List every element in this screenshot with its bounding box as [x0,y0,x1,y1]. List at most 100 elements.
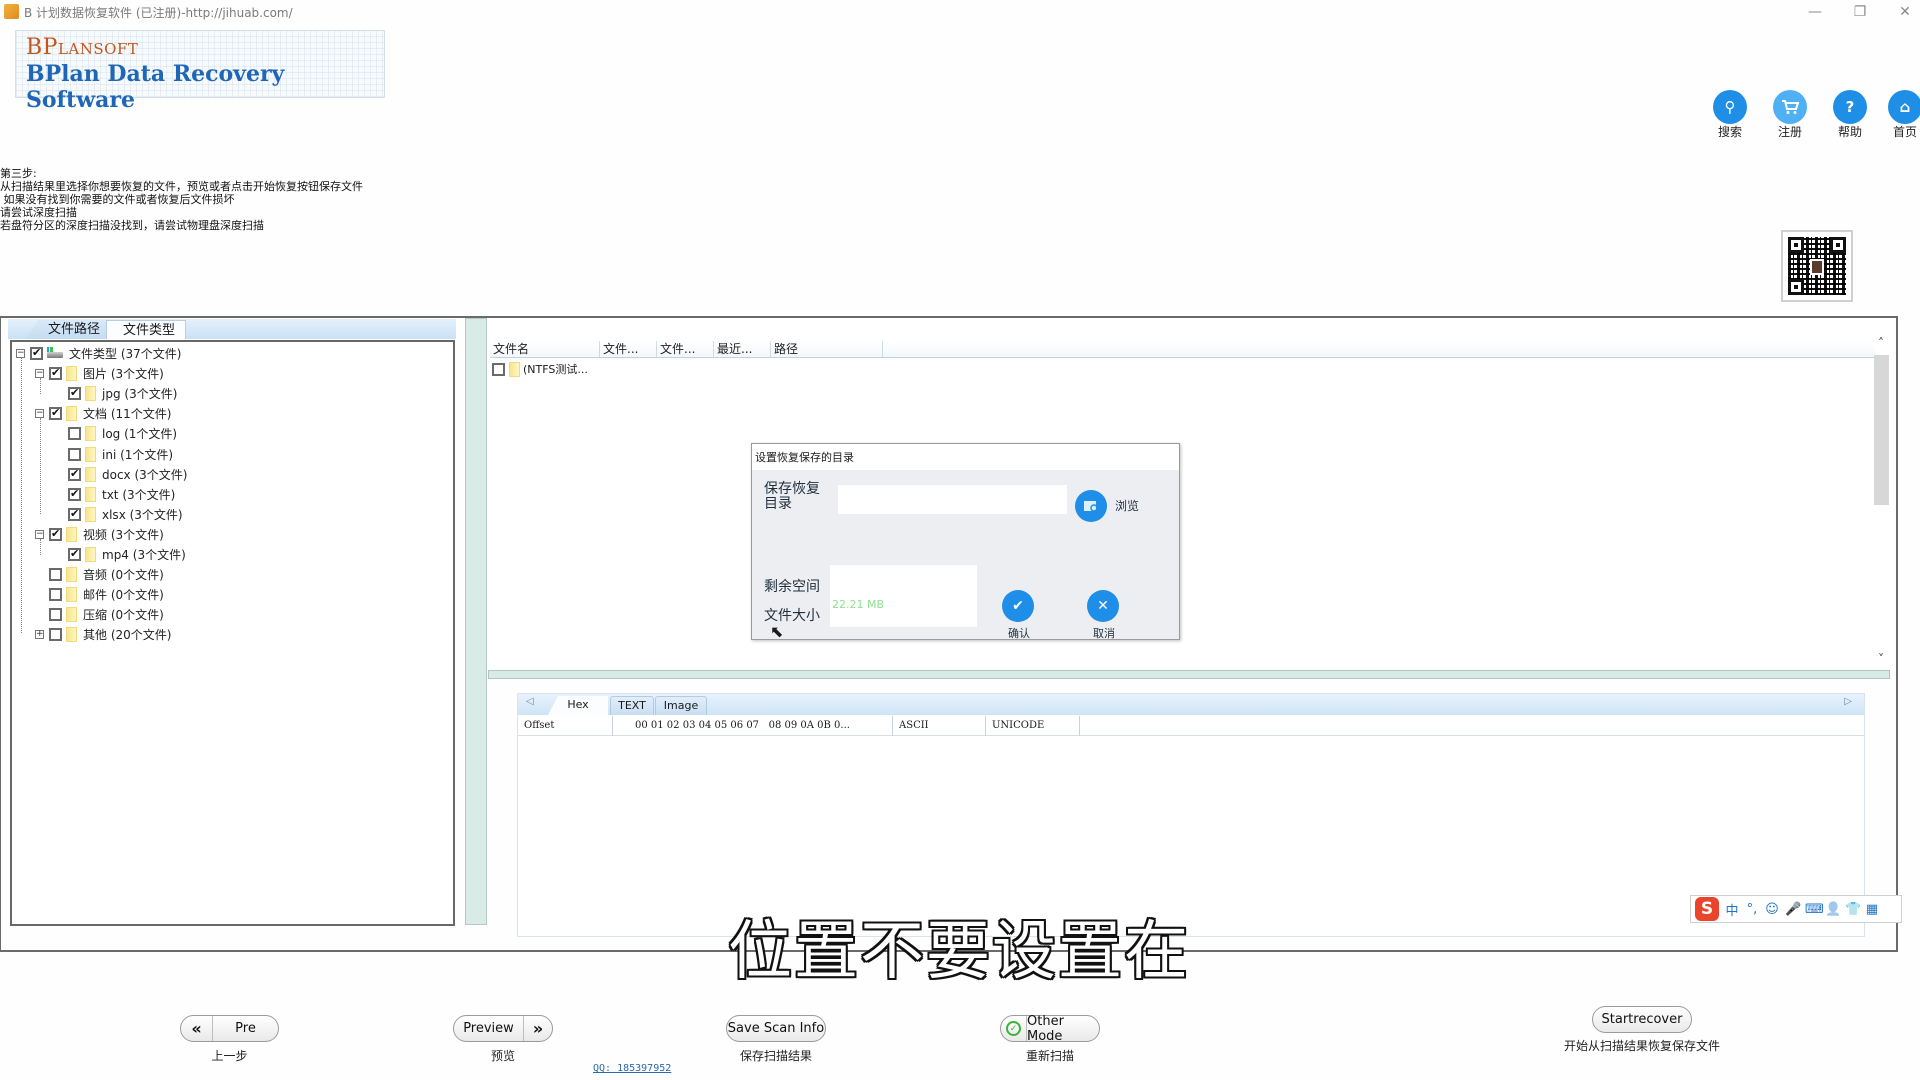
tree-node[interactable]: 邮件 (0个文件) [35,585,164,603]
minimize-button[interactable]: — [1800,2,1830,22]
tree-node-label: xlsx (3个文件) [102,507,183,522]
tree-checkbox[interactable] [68,487,81,501]
ime-chinese-icon[interactable]: 中 [1725,900,1739,919]
tree-checkbox[interactable] [49,406,62,420]
home-icon[interactable]: ⌂ [1888,90,1920,124]
preview-button[interactable]: Preview » [453,1015,553,1042]
confirm-check-icon[interactable]: ✔ [1002,590,1034,622]
search-label[interactable]: 搜索 [1710,123,1750,140]
pre-button[interactable]: « Pre [180,1015,279,1042]
tree-node[interactable]: − 视频 (3个文件) [35,525,164,543]
cancel-label[interactable]: 取消 [1093,625,1115,641]
collapse-icon[interactable]: − [16,348,25,358]
qq-contact-link[interactable]: QQ: 185397952 [593,1063,671,1074]
tree-node[interactable]: docx (3个文件) [54,465,187,483]
column-header-path[interactable]: 路径 [771,341,883,357]
tab-file-path[interactable]: 文件路径 [26,320,116,339]
tree-node[interactable]: 压缩 (0个文件) [35,605,164,623]
tree-node[interactable]: − 文档 (11个文件) [35,404,171,422]
scroll-down-icon[interactable]: ˅ [1873,652,1889,666]
tree-node[interactable]: ini (1个文件) [54,445,173,463]
home-label[interactable]: 首页 [1885,123,1920,140]
confirm-label[interactable]: 确认 [1008,625,1030,641]
tree-checkbox[interactable] [49,527,62,541]
ime-skin-icon[interactable]: 👕 [1845,902,1861,917]
tab-scroll-right-icon[interactable]: ▷ [1844,696,1852,707]
tab-file-type[interactable]: 文件类型 [106,320,187,339]
tree-checkbox[interactable] [68,507,81,521]
tree-checkbox[interactable] [49,587,62,601]
hex-col-unicode[interactable]: UNICODE [986,716,1080,736]
tree-checkbox[interactable] [49,567,62,581]
scrollbar-thumb[interactable] [1874,355,1889,505]
tree-checkbox[interactable] [68,447,81,461]
column-header-size[interactable]: 文件... [600,341,657,357]
startrecover-button[interactable]: Startrecover [1592,1006,1692,1033]
tab-scroll-left-icon[interactable]: ◁ [526,696,534,707]
search-icon[interactable]: ⚲ [1713,90,1747,124]
cancel-x-icon[interactable]: ✕ [1087,590,1119,622]
save-scan-info-button[interactable]: Save Scan Info [726,1015,826,1042]
column-header-modified[interactable]: 最近... [714,341,771,357]
tree-checkbox[interactable] [68,386,81,400]
tree-checkbox[interactable] [49,607,62,621]
tree-checkbox[interactable] [30,346,43,360]
tree-checkbox[interactable] [68,547,81,561]
tree-node[interactable]: mp4 (3个文件) [54,545,186,563]
tab-hex[interactable]: Hex [548,696,608,715]
tree-node[interactable]: jpg (3个文件) [54,384,177,402]
help-label[interactable]: 帮助 [1830,123,1870,140]
save-dir-input[interactable] [838,485,1067,514]
folder-icon [85,466,96,482]
browse-folder-icon[interactable] [1075,490,1107,522]
collapse-icon[interactable]: − [35,529,44,539]
ime-menu-icon[interactable]: ▦ [1865,902,1879,917]
vertical-splitter[interactable] [465,318,487,925]
register-label[interactable]: 注册 [1770,123,1810,140]
close-button[interactable]: ✕ [1890,2,1920,22]
tree-node[interactable]: − 文件类型 (37个文件) [16,344,181,362]
tree-checkbox[interactable] [68,426,81,440]
horizontal-splitter[interactable] [488,670,1890,679]
tree-node[interactable]: − 图片 (3个文件) [35,364,164,382]
ime-keyboard-icon[interactable]: ⌨ [1805,902,1824,917]
file-list-row[interactable]: (NTFS测试... [490,360,588,378]
tree-node-label: 邮件 (0个文件) [83,587,164,602]
ime-emoji-icon[interactable]: ☺ [1765,902,1779,917]
collapse-icon[interactable]: − [35,368,44,378]
tree-node-label: 文档 (11个文件) [83,406,172,421]
hex-col-ascii[interactable]: ASCII [893,716,986,736]
tree-node[interactable]: log (1个文件) [54,424,177,442]
ime-punctuation-icon[interactable]: °, [1745,902,1759,917]
column-header-type[interactable]: 文件... [657,341,714,357]
ime-logo-icon[interactable]: S [1695,897,1719,921]
tree-checkbox[interactable] [68,467,81,481]
column-header-name[interactable]: 文件名 [490,341,600,357]
expand-icon[interactable]: + [35,629,44,639]
cart-icon[interactable] [1773,90,1807,124]
restore-button[interactable]: ❐ [1845,2,1875,22]
scroll-up-icon[interactable]: ˄ [1873,336,1889,350]
tab-text[interactable]: TEXT [610,696,654,715]
tree-node[interactable]: txt (3个文件) [54,485,175,503]
tree-checkbox[interactable] [49,627,62,641]
tree-checkbox[interactable] [49,366,62,380]
folder-icon [85,385,96,401]
collapse-icon[interactable]: − [35,408,44,418]
ime-account-icon[interactable]: 👤 [1825,902,1841,917]
browse-label[interactable]: 浏览 [1115,499,1139,514]
tree-node[interactable]: xlsx (3个文件) [54,505,183,523]
tree-node[interactable]: 音频 (0个文件) [35,565,164,583]
folder-icon [85,506,96,522]
other-mode-button[interactable]: ✓ Other Mode [1000,1014,1100,1044]
tree-node-label: ini (1个文件) [102,447,174,462]
tab-image[interactable]: Image [655,696,707,715]
folder-icon [66,526,77,542]
hex-col-offset[interactable]: Offset [518,716,613,736]
tree-node[interactable]: + 其他 (20个文件) [35,625,171,643]
hex-col-bytes[interactable]: 00 01 02 03 04 05 06 07 08 09 0A 0B 0... [613,716,893,736]
row-checkbox[interactable] [492,362,505,376]
help-icon[interactable]: ? [1833,90,1867,124]
ime-voice-icon[interactable]: 🎤 [1785,902,1801,917]
